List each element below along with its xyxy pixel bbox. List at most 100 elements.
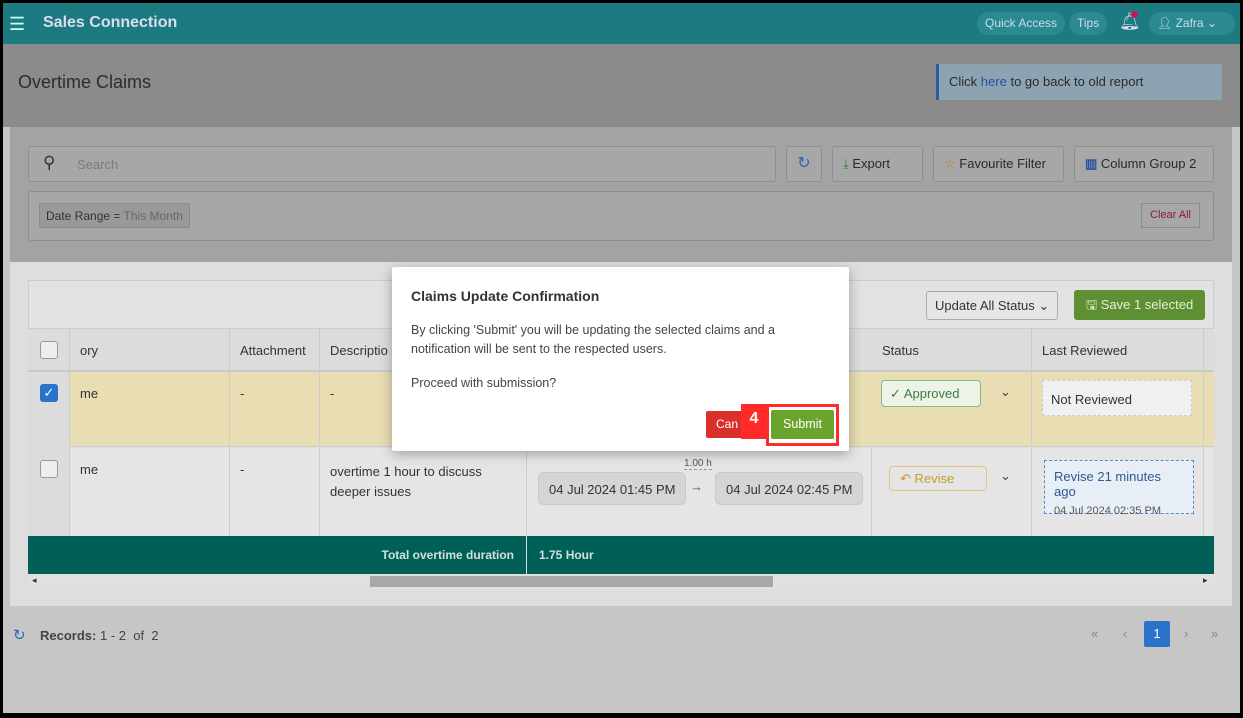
chevron-down-icon[interactable]: ⌄ [1000, 468, 1011, 484]
total-row: Total overtime duration 1.75 Hour [28, 536, 1214, 574]
user-menu[interactable]: 👤︎ Zafra ⌄ [1149, 12, 1235, 35]
search-input[interactable]: ⚲ Search [28, 146, 776, 182]
favourite-filter-button[interactable]: ☆ Favourite Filter [933, 146, 1064, 182]
scroll-right-arrow[interactable]: ▸ [1203, 575, 1208, 586]
column-header-last-reviewed[interactable]: Last Reviewed [1032, 329, 1204, 372]
status-approved-select[interactable]: ✓ Approved [881, 380, 981, 407]
scrollbar-thumb[interactable] [370, 576, 773, 587]
clear-all-button[interactable]: Clear All [1141, 203, 1200, 228]
last-reviewed-text: Revise 21 minutes ago [1054, 469, 1161, 499]
export-button[interactable]: ⤓ Export [832, 146, 923, 182]
row-checkbox[interactable] [40, 460, 58, 478]
page-title: Overtime Claims [18, 72, 152, 92]
time-range-cell: 1.00 h 04 Jul 2024 01:45 PM → 04 Jul 202… [527, 448, 872, 536]
last-reviewed-value: Revise 21 minutes ago 04 Jul 2024 02:35 P… [1044, 460, 1194, 517]
category-cell: me [70, 448, 230, 536]
chevron-down-icon: ⌄ [1206, 16, 1217, 30]
filter-panel: ⚲ Search ↻ ⤓ Export ☆ Favourite Filter ▥… [10, 127, 1232, 262]
chip-label: Date Range [46, 209, 111, 223]
save-label: Save 1 selected [1100, 297, 1194, 312]
notification-dot [1131, 11, 1138, 18]
chevron-down-icon[interactable]: ⌄ [1000, 384, 1011, 400]
info-text-suffix: to go back to old report [1010, 74, 1144, 89]
prev-page-icon[interactable]: ‹ [1123, 626, 1127, 641]
star-icon: ☆ [944, 156, 956, 171]
total-label: Total overtime duration [28, 536, 527, 574]
end-time: 04 Jul 2024 02:45 PM [715, 472, 864, 505]
duration-label: 1.00 h [684, 458, 712, 470]
records-total: 2 [151, 628, 159, 643]
old-report-notice: Click here to go back to old report [936, 64, 1222, 100]
date-range-filter-chip[interactable]: Date Range = This Month [39, 203, 190, 228]
top-header: ☰ Sales Connection Quick Access Tips 🔔︎ … [3, 3, 1240, 44]
save-icon: 🖫 [1086, 297, 1098, 312]
active-filters: Date Range = This Month Clear All [28, 191, 1214, 241]
last-reviewed-cell: Revise 21 minutes ago 04 Jul 2024 02:35 P… [1032, 448, 1204, 536]
scroll-left-arrow[interactable]: ◂ [32, 575, 37, 586]
chip-value: This Month [123, 209, 183, 223]
status-revise-select[interactable]: ↶ Revise [889, 466, 987, 491]
first-page-icon[interactable]: « [1091, 626, 1098, 641]
save-selected-button[interactable]: 🖫 Save 1 selected [1074, 290, 1206, 320]
chip-op: = [113, 209, 121, 223]
step-badge: 4 [741, 404, 767, 439]
app-title: Sales Connection [43, 14, 178, 31]
history-icon: ↶ [900, 471, 911, 486]
last-page-icon[interactable]: » [1211, 626, 1218, 641]
arrow-right-icon: → [690, 479, 703, 494]
row-select-cell [28, 448, 70, 536]
next-page-icon[interactable]: › [1184, 626, 1188, 641]
status-cell: ✓ Approved ⌄ [872, 372, 1032, 447]
table-row[interactable]: me - overtime 1 hour to discuss deeper i… [28, 448, 1214, 536]
attachment-cell: - [230, 448, 320, 536]
refresh-button[interactable]: ↻ [786, 146, 822, 182]
pagination-footer: ↻ Records: 1 - 2 of 2 « ‹ 1 › » [3, 606, 1240, 713]
last-reviewed-value: Not Reviewed [1042, 380, 1192, 416]
status-label: Approved [903, 386, 960, 401]
update-all-status-label: Update All Status [935, 298, 1035, 313]
hamburger-menu-icon[interactable]: ☰ [9, 14, 25, 35]
download-icon: ⤓ [843, 156, 849, 171]
last-reviewed-date: 04 Jul 2024 02:35 PM [1054, 505, 1162, 517]
status-label: Revise [914, 471, 955, 486]
page-1-button[interactable]: 1 [1144, 621, 1170, 647]
quick-access-button[interactable]: Quick Access [977, 12, 1066, 35]
refresh-icon: ↻ [797, 155, 811, 172]
records-range: 1 - 2 [99, 628, 126, 643]
refresh-icon[interactable]: ↻ [13, 626, 26, 644]
info-text: Click [949, 74, 978, 89]
update-all-status-dropdown[interactable]: Update All Status ⌄ [926, 291, 1059, 320]
row-checkbox-checked[interactable]: ✓ [40, 384, 58, 402]
select-all-cell [28, 329, 70, 372]
column-header-category[interactable]: ory [70, 329, 230, 372]
column-header-status[interactable]: Status [872, 329, 1032, 372]
column-group-button[interactable]: ▥ Column Group 2 [1074, 146, 1214, 182]
check-icon: ✓ [890, 386, 901, 401]
total-value: 1.75 Hour [539, 548, 594, 562]
old-report-link[interactable]: here [981, 74, 1007, 89]
app-window: ☰ Sales Connection Quick Access Tips 🔔︎ … [3, 3, 1240, 713]
attachment-cell: - [230, 372, 320, 447]
dialog-body: By clicking 'Submit' you will be updatin… [411, 323, 775, 356]
horizontal-scrollbar[interactable]: ◂ ▸ [28, 574, 1214, 589]
user-icon: 👤︎ [1157, 16, 1173, 30]
claims-update-confirmation-dialog: Claims Update Confirmation By clicking '… [392, 267, 849, 451]
status-cell: ↶ Revise ⌄ [872, 448, 1032, 536]
submit-button[interactable]: Submit [771, 410, 834, 439]
favourite-filter-label: Favourite Filter [959, 156, 1046, 171]
column-header-attachment[interactable]: Attachment [230, 329, 320, 372]
user-name: Zafra [1175, 16, 1204, 30]
select-all-checkbox[interactable] [40, 341, 58, 359]
tips-button[interactable]: Tips [1069, 12, 1108, 35]
column-group-label: Column Group 2 [1100, 156, 1197, 171]
dialog-question: Proceed with submission? [411, 376, 557, 390]
dialog-title: Claims Update Confirmation [411, 288, 600, 304]
records-label: Records: [40, 628, 97, 643]
description-cell: overtime 1 hour to discuss deeper issues [320, 448, 527, 536]
last-reviewed-cell: Not Reviewed [1032, 372, 1204, 447]
columns-icon: ▥ [1085, 156, 1098, 171]
records-of: of [133, 628, 145, 643]
search-placeholder: Search [77, 157, 119, 172]
row-select-cell: ✓ [28, 372, 70, 447]
export-label: Export [852, 156, 890, 171]
